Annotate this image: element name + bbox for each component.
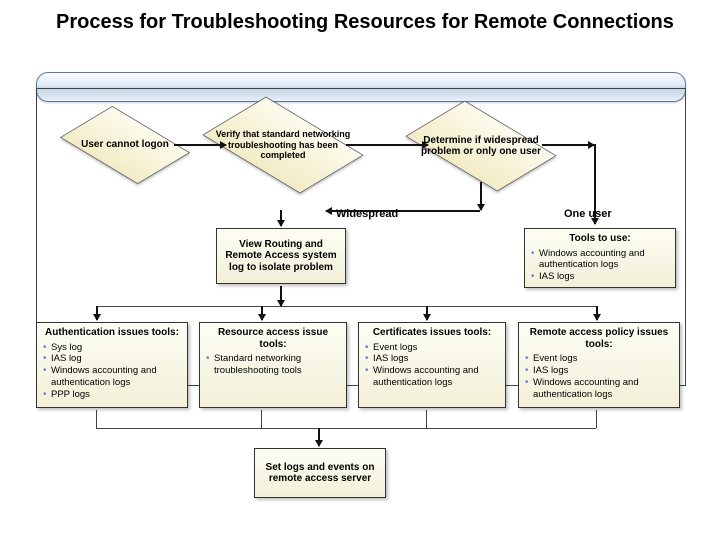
box-head: Certificates issues tools: bbox=[365, 327, 499, 339]
rule-frame-top bbox=[36, 88, 686, 89]
arrow-determine-right bbox=[542, 144, 594, 146]
connector-down-2 bbox=[261, 306, 263, 320]
connector-from-rra bbox=[280, 286, 282, 306]
list-item: Standard networking troubleshooting tool… bbox=[206, 353, 340, 377]
box-list: Standard networking troubleshooting tool… bbox=[206, 353, 340, 377]
box-list: Windows accounting and authentication lo… bbox=[531, 248, 669, 284]
box-remote-access-policy-tools: Remote access policy issues tools: Event… bbox=[518, 322, 680, 408]
list-item: Event logs bbox=[525, 353, 673, 365]
box-authentication-tools: Authentication issues tools: Sys log IAS… bbox=[36, 322, 188, 408]
connector-bracket-bottom bbox=[96, 428, 596, 429]
list-item: Windows accounting and authentication lo… bbox=[43, 365, 181, 389]
diamond-determine-scope: Determine if widespread problem or only … bbox=[416, 104, 546, 188]
list-item: Windows accounting and authentication lo… bbox=[525, 377, 673, 401]
box-list: Sys log IAS log Windows accounting and a… bbox=[43, 342, 181, 401]
connector-up-2 bbox=[261, 410, 262, 428]
list-item: Windows accounting and authentication lo… bbox=[531, 248, 669, 272]
box-head: Tools to use: bbox=[531, 233, 669, 245]
connector-up-4 bbox=[596, 410, 597, 428]
connector-up-3 bbox=[426, 410, 427, 428]
path-label-one-user: One user bbox=[564, 208, 612, 220]
list-item: Windows accounting and authentication lo… bbox=[365, 365, 499, 389]
list-item: IAS logs bbox=[531, 271, 669, 283]
arrow-determine-down bbox=[480, 182, 482, 210]
box-list: Event logs IAS logs Windows accounting a… bbox=[525, 353, 673, 401]
arrow-widespread-to-rra bbox=[280, 210, 282, 226]
rule-frame-right bbox=[685, 88, 686, 386]
list-item: IAS log bbox=[43, 353, 181, 365]
arrow-one-user-down bbox=[594, 144, 596, 224]
list-item: Sys log bbox=[43, 342, 181, 354]
arrow-widespread-left bbox=[326, 210, 480, 212]
box-head: Set logs and events on remote access ser… bbox=[261, 462, 379, 485]
diamond-label: Determine if widespread problem or only … bbox=[390, 110, 572, 182]
connector-down-4 bbox=[596, 306, 598, 320]
connector-bracket-top bbox=[96, 306, 596, 307]
diamond-user-cannot-logon: User cannot logon bbox=[70, 108, 180, 182]
box-head: Remote access policy issues tools: bbox=[525, 327, 673, 350]
connector-down-1 bbox=[96, 306, 98, 320]
box-view-rra: View Routing and Remote Access system lo… bbox=[216, 228, 346, 284]
box-resource-access-tools: Resource access issue tools: Standard ne… bbox=[199, 322, 347, 408]
box-head: Authentication issues tools: bbox=[43, 327, 181, 339]
connector-down-3 bbox=[426, 306, 428, 320]
box-head: View Routing and Remote Access system lo… bbox=[223, 239, 339, 274]
list-item: IAS logs bbox=[365, 353, 499, 365]
box-set-logs: Set logs and events on remote access ser… bbox=[254, 448, 386, 498]
box-list: Event logs IAS logs Windows accounting a… bbox=[365, 342, 499, 390]
arrow-verify-to-determine bbox=[346, 144, 428, 146]
connector-up-1 bbox=[96, 410, 97, 428]
list-item: Event logs bbox=[365, 342, 499, 354]
list-item: IAS logs bbox=[525, 365, 673, 377]
diamond-verify-networking: Verify that standard networking troubles… bbox=[214, 100, 352, 190]
box-certificates-tools: Certificates issues tools: Event logs IA… bbox=[358, 322, 506, 408]
flowchart-canvas: User cannot logon Verify that standard n… bbox=[36, 88, 686, 528]
page-title: Process for Troubleshooting Resources fo… bbox=[56, 10, 680, 34]
box-tools-to-use: Tools to use: Windows accounting and aut… bbox=[524, 228, 676, 288]
arrow-start-to-verify bbox=[174, 144, 226, 146]
box-head: Resource access issue tools: bbox=[206, 327, 340, 350]
list-item: PPP logs bbox=[43, 389, 181, 401]
arrow-to-set-logs bbox=[318, 428, 320, 446]
